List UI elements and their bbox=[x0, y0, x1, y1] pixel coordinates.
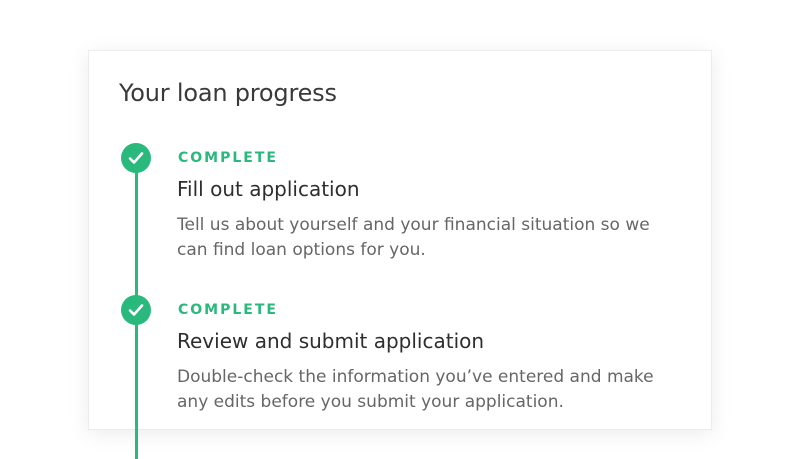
card-title: Your loan progress bbox=[119, 79, 337, 107]
step-title: Review and submit application bbox=[177, 329, 485, 353]
step-title: Fill out application bbox=[177, 177, 360, 201]
step-status-badge: COMPLETE bbox=[178, 150, 278, 166]
step-description: Tell us about yourself and your financia… bbox=[177, 215, 650, 260]
check-icon bbox=[121, 295, 151, 325]
step-description: Double-check the information you’ve ente… bbox=[177, 367, 654, 412]
check-icon bbox=[121, 143, 151, 173]
loan-progress-card: Your loan progress COMPLETE Fill out app… bbox=[88, 50, 712, 459]
step-status-badge: COMPLETE bbox=[178, 302, 278, 318]
